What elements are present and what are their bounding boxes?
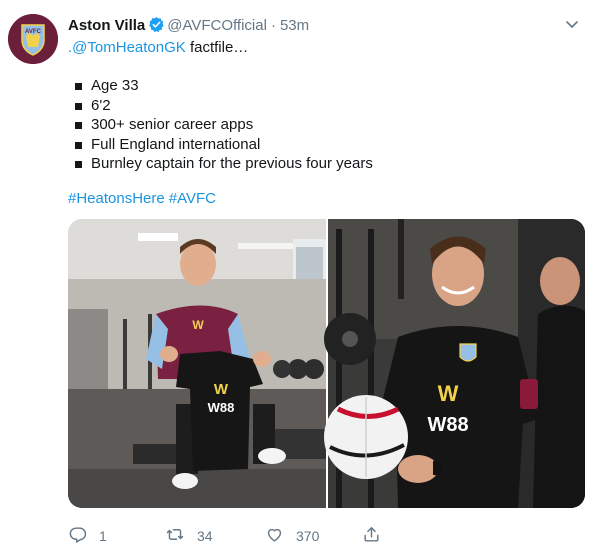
hashtags: #HeatonsHere #AVFC [68,189,216,209]
share-icon [362,525,393,547]
user-handle[interactable]: @AVFCOfficial [167,17,267,34]
sponsor-name-text: W88 [208,400,235,415]
mention-link[interactable]: .@TomHeatonGK [68,39,186,56]
sponsor-logo-text: W [192,318,204,332]
tweet-actions: 1 34 370 [68,525,588,547]
club-crest-icon: AVFC [8,14,58,64]
reply-button[interactable]: 1 [68,525,107,547]
hashtag-link[interactable]: #HeatonsHere [68,190,165,207]
fact-item: Age 33 [75,76,373,96]
bullet-icon [75,141,82,149]
crest-text: AVFC [25,29,42,35]
sponsor-logo-text: W [214,381,229,398]
media-gallery: W W W88 W W88 [68,219,585,508]
hashtag-link[interactable]: #AVFC [169,190,216,207]
retweet-icon [165,525,197,547]
fact-list: Age 33 6'2 300+ senior career apps Full … [75,76,373,174]
sponsor-name-text: W88 [427,414,468,436]
display-name[interactable]: Aston Villa [68,17,145,34]
reply-count: 1 [99,528,107,544]
fact-text: Age 33 [91,77,139,94]
like-icon [265,525,296,547]
bullet-icon [75,83,82,90]
tweet-text: .@TomHeatonGK factfile… [68,38,578,58]
share-button[interactable] [362,525,393,547]
fact-text: 300+ senior career apps [91,116,254,134]
tweet-lead-text: factfile… [185,39,249,56]
fact-text: Full England international [91,135,261,153]
timestamp[interactable]: 53m [280,17,309,34]
photo-gym-seated[interactable]: W W W88 [68,219,326,508]
retweet-button[interactable]: 34 [165,525,213,547]
tweet-card[interactable]: AVFC Aston Villa @AVFCOfficial · 53m .@TomH… [0,0,596,553]
bullet-icon [75,102,82,110]
fact-item: 6'2 [75,96,373,116]
reply-icon [68,525,99,547]
fact-item: 300+ senior career apps [75,115,373,135]
photo-grid: W W W88 W W88 [68,219,585,508]
separator-dot: · [270,17,276,34]
bullet-icon [75,161,82,169]
tweet-header: Aston Villa @AVFCOfficial · 53m [68,16,586,36]
avatar[interactable]: AVFC [8,14,58,64]
fact-text: Burnley captain for the previous four ye… [91,155,373,173]
retweet-count: 34 [197,528,213,544]
sponsor-logo-text: W [438,381,459,406]
chevron-down-icon[interactable] [564,16,580,32]
like-button[interactable]: 370 [265,525,319,547]
fact-text: 6'2 [91,96,111,114]
verified-icon [148,16,165,37]
like-count: 370 [296,528,320,544]
bullet-icon [75,122,82,130]
fact-item: Full England international [75,135,373,155]
fact-item: Burnley captain for the previous four ye… [75,154,373,174]
photo-with-ball[interactable]: W W88 [324,219,585,508]
